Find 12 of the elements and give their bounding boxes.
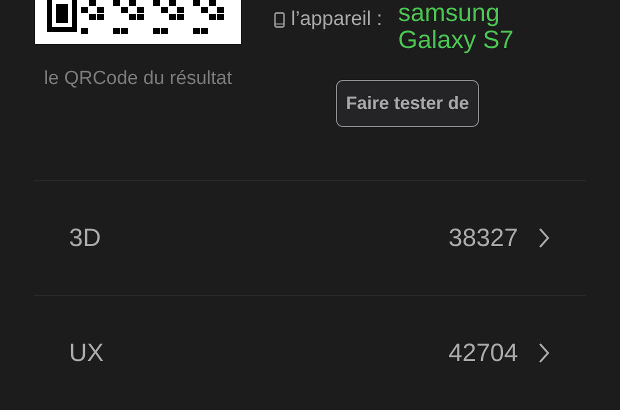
score-value: 42704 [448,338,518,368]
chevron-right-icon[interactable] [538,342,550,364]
device-label: l’appareil : [291,8,382,31]
score-label: UX [69,338,105,368]
qr-code-caption: le QRCode du résultat [44,68,232,90]
phone-icon [274,12,285,28]
device-name: Galaxy S7 [398,27,514,54]
chevron-right-icon[interactable] [538,227,550,249]
test-button[interactable]: Faire tester de [336,80,480,127]
score-label: 3D [69,224,102,252]
device-name: samsung [398,0,501,27]
score-value: 38327 [448,224,518,252]
